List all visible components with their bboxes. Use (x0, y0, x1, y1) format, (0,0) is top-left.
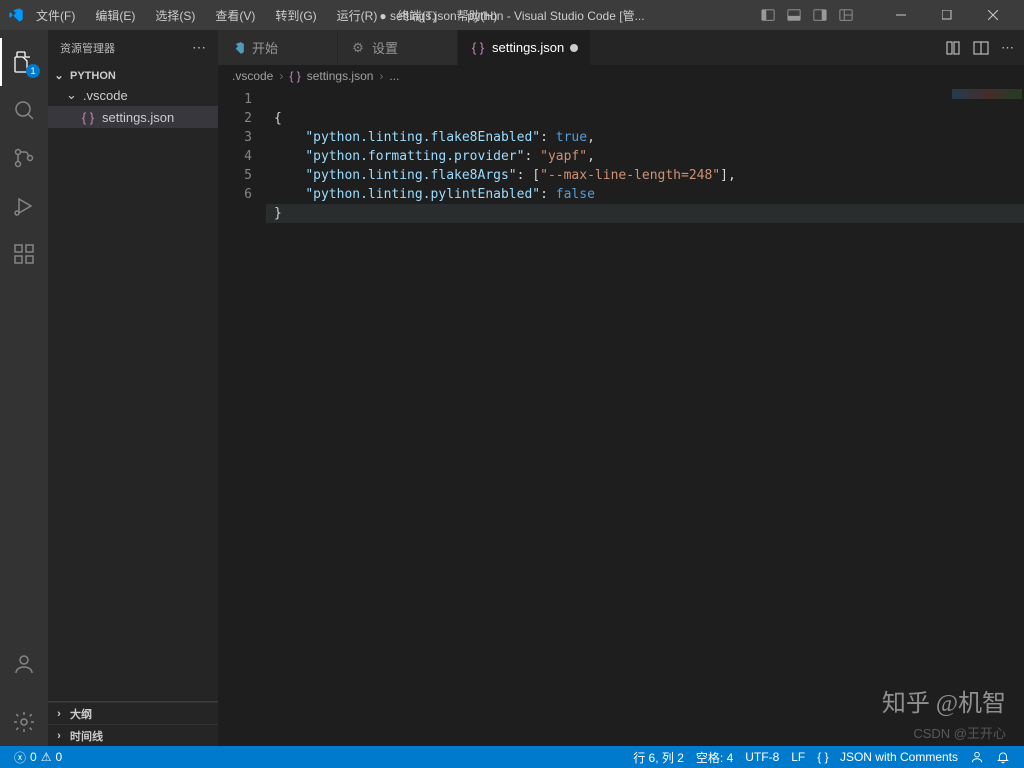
status-indent[interactable]: 空格: 4 (690, 746, 739, 768)
folder-vscode[interactable]: ⌄ .vscode (48, 84, 218, 106)
vscode-tab-icon (230, 40, 246, 56)
file-tree: ⌄ PYTHON ⌄ .vscode { } settings.json (48, 65, 218, 130)
menu-edit[interactable]: 编辑(E) (87, 3, 143, 28)
status-bell-icon[interactable] (990, 746, 1016, 768)
file-settings-json[interactable]: { } settings.json (48, 106, 218, 128)
customize-layout-icon[interactable] (838, 7, 854, 23)
sidebar: 资源管理器 ⋯ ⌄ PYTHON ⌄ .vscode { } settings.… (48, 30, 218, 746)
editor-tabs: 开始 ⚙ 设置 { } settings.json ⋯ (218, 30, 1024, 65)
chevron-right-icon: › (52, 708, 66, 720)
explorer-icon[interactable]: 1 (0, 38, 48, 86)
minimap[interactable] (944, 87, 1024, 746)
status-language[interactable]: { } JSON with Comments (811, 746, 964, 768)
json-file-icon: { } (289, 69, 300, 83)
chevron-right-icon: › (279, 69, 283, 83)
breadcrumbs[interactable]: .vscode › { } settings.json › ... (218, 65, 1024, 87)
source-control-icon[interactable] (0, 134, 48, 182)
tab-label: settings.json (492, 40, 564, 55)
sidebar-header: 资源管理器 ⋯ (48, 30, 218, 65)
chevron-down-icon: ⌄ (52, 69, 66, 82)
menu-run[interactable]: 运行(R) (329, 3, 386, 28)
layout-controls (760, 7, 854, 23)
minimize-button[interactable] (878, 0, 924, 30)
titlebar: 文件(F) 编辑(E) 选择(S) 查看(V) 转到(G) 运行(R) 终端(T… (0, 0, 1024, 30)
sidebar-title: 资源管理器 (60, 40, 115, 56)
warning-icon: ⚠ (41, 750, 52, 764)
line-gutter: 1 2 3 4 5 6 (218, 87, 266, 746)
accounts-icon[interactable] (0, 640, 48, 688)
project-name: PYTHON (70, 70, 116, 82)
dirty-indicator-icon (570, 44, 578, 52)
status-bar: ⓧ0 ⚠0 行 6, 列 2 空格: 4 UTF-8 LF { } JSON w… (0, 746, 1024, 768)
tab-label: 开始 (252, 38, 278, 57)
chevron-down-icon: ⌄ (66, 87, 77, 103)
status-feedback-icon[interactable] (964, 746, 990, 768)
tab-settings[interactable]: ⚙ 设置 (338, 30, 458, 65)
chevron-right-icon: › (379, 69, 383, 83)
maximize-button[interactable] (924, 0, 970, 30)
settings-tab-icon: ⚙ (350, 40, 366, 56)
close-button[interactable] (970, 0, 1016, 30)
json-file-icon: { } (470, 40, 486, 56)
split-editor-icon[interactable] (973, 40, 989, 56)
explorer-badge: 1 (26, 64, 40, 78)
extensions-icon[interactable] (0, 230, 48, 278)
tab-welcome[interactable]: 开始 (218, 30, 338, 65)
json-file-icon: { } (80, 110, 96, 125)
tab-settings-json[interactable]: { } settings.json (458, 30, 591, 65)
compare-changes-icon[interactable] (945, 40, 961, 56)
sidebar-more-icon[interactable]: ⋯ (192, 39, 206, 56)
menu-select[interactable]: 选择(S) (147, 3, 203, 28)
status-errors[interactable]: ⓧ0 ⚠0 (8, 746, 68, 768)
file-label: settings.json (102, 110, 174, 125)
window-controls (878, 0, 1016, 30)
breadcrumb-file[interactable]: settings.json (307, 69, 374, 83)
toggle-panel-bottom-icon[interactable] (786, 7, 802, 23)
toggle-panel-left-icon[interactable] (760, 7, 776, 23)
error-icon: ⓧ (14, 749, 26, 766)
toggle-panel-right-icon[interactable] (812, 7, 828, 23)
code-editor[interactable]: 1 2 3 4 5 6 { "python.linting.flake8Enab… (218, 87, 1024, 746)
code-content[interactable]: { "python.linting.flake8Enabled": true, … (266, 87, 1024, 746)
menu-file[interactable]: 文件(F) (28, 3, 83, 28)
settings-gear-icon[interactable] (0, 698, 48, 746)
activity-bar: 1 (0, 30, 48, 746)
breadcrumb-folder[interactable]: .vscode (232, 69, 273, 83)
more-actions-icon[interactable]: ⋯ (1001, 40, 1014, 56)
vscode-logo-icon (8, 7, 24, 23)
status-encoding[interactable]: UTF-8 (739, 746, 785, 768)
window-title: ● settings.json - python - Visual Studio… (379, 7, 644, 24)
timeline-label: 时间线 (70, 728, 103, 744)
outline-label: 大纲 (70, 706, 92, 722)
search-icon[interactable] (0, 86, 48, 134)
timeline-section[interactable]: › 时间线 (48, 724, 218, 746)
tab-label: 设置 (372, 38, 398, 57)
project-header[interactable]: ⌄ PYTHON (48, 67, 218, 84)
status-eol[interactable]: LF (785, 746, 811, 768)
menu-go[interactable]: 转到(G) (267, 3, 324, 28)
editor-area: 开始 ⚙ 设置 { } settings.json ⋯ .vscode › { … (218, 30, 1024, 746)
folder-label: .vscode (83, 88, 128, 103)
outline-section[interactable]: › 大纲 (48, 702, 218, 724)
run-debug-icon[interactable] (0, 182, 48, 230)
menu-view[interactable]: 查看(V) (207, 3, 263, 28)
breadcrumb-dots[interactable]: ... (389, 69, 399, 83)
chevron-right-icon: › (52, 730, 66, 742)
status-ln-col[interactable]: 行 6, 列 2 (627, 746, 690, 768)
